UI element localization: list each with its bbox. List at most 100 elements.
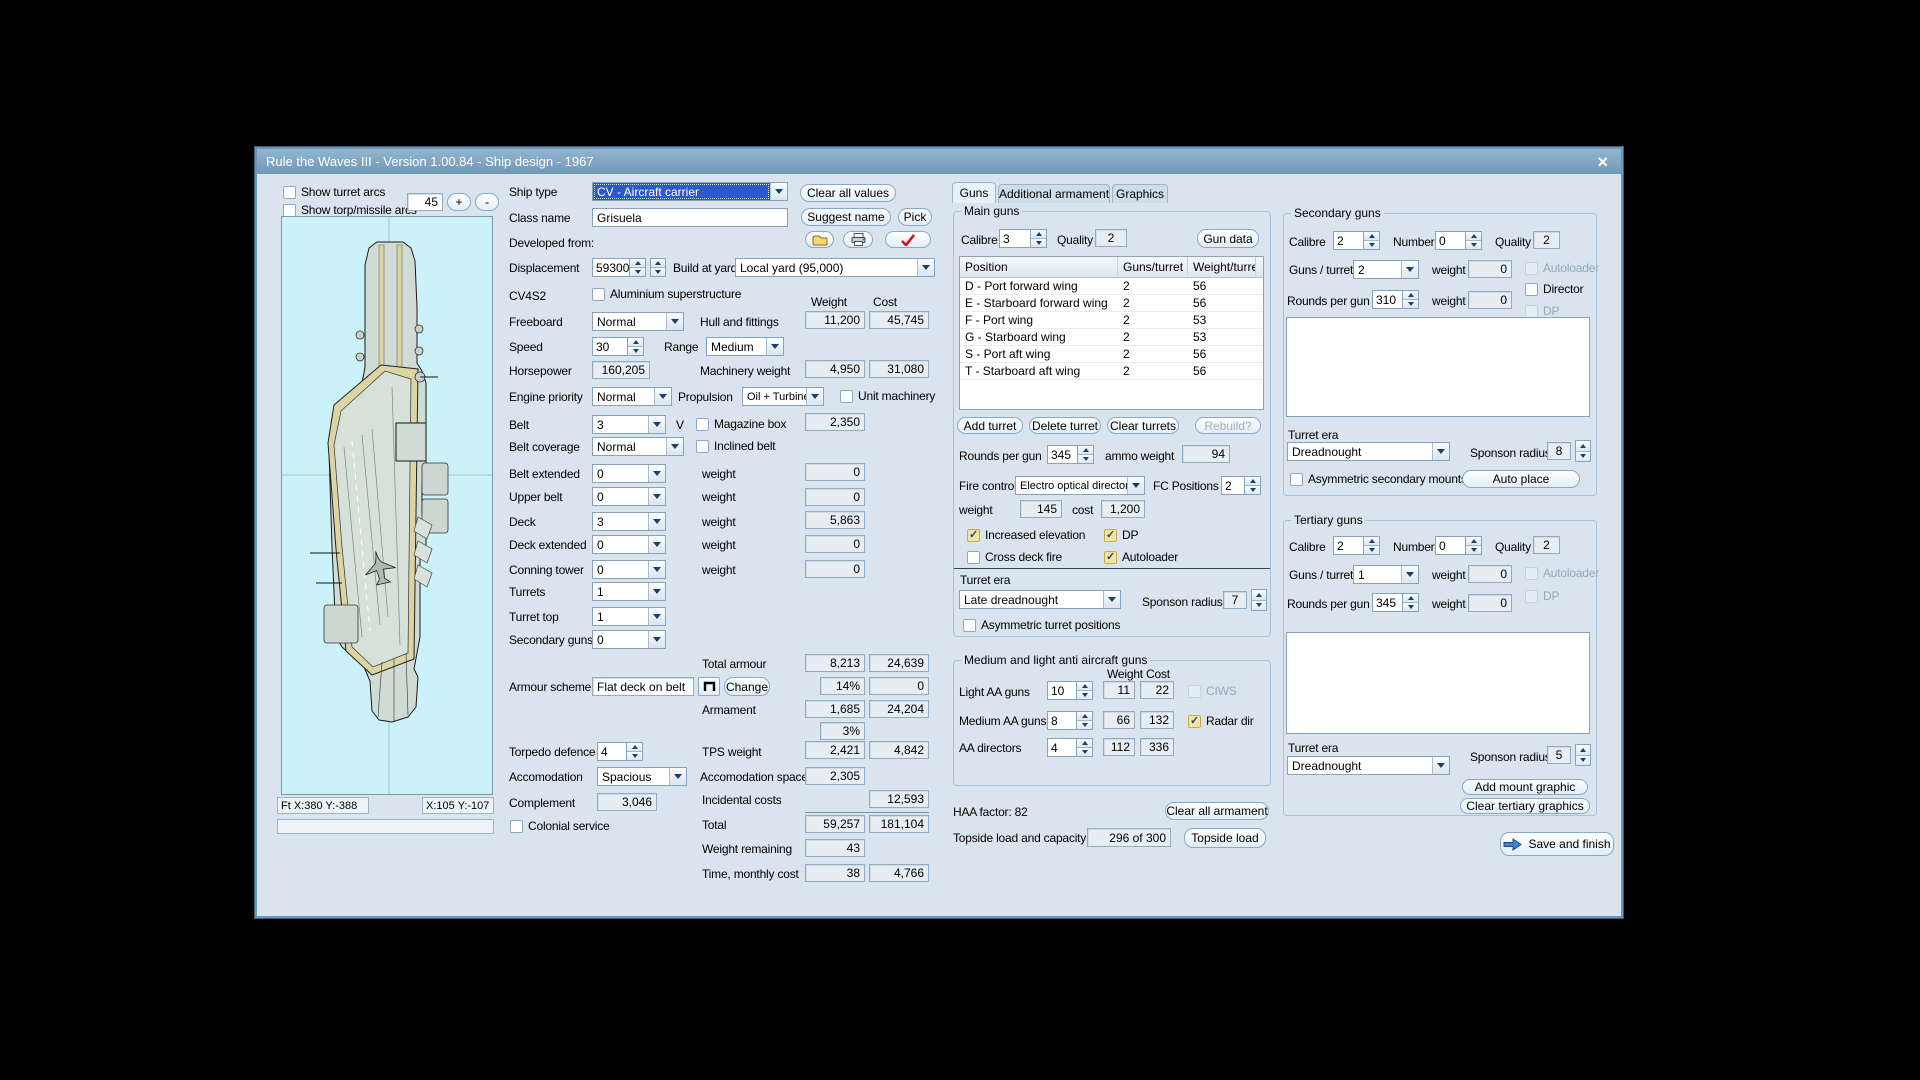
arc-angle-field[interactable]: 45 — [407, 193, 443, 211]
show-torp-missile-arcs-checkbox[interactable]: Show torp/missile arcs — [283, 203, 417, 217]
spin-down-icon[interactable] — [651, 267, 665, 276]
spinner-buttons[interactable] — [1363, 231, 1380, 250]
confirm-design-button[interactable] — [885, 231, 931, 248]
turrets-dropdown[interactable]: 1 — [592, 582, 666, 601]
spin-down-icon[interactable] — [1403, 602, 1418, 611]
spin-up-icon[interactable] — [1403, 594, 1418, 602]
upper-belt-dropdown[interactable]: 0 — [592, 487, 666, 506]
arc-plus-button[interactable]: + — [447, 193, 471, 211]
spin-up-icon[interactable] — [1077, 712, 1092, 720]
clear-all-armament-button[interactable]: Clear all armament — [1165, 802, 1269, 820]
spin-up-icon[interactable] — [1077, 682, 1092, 690]
sec-number-stepper[interactable]: 0 — [1435, 231, 1482, 250]
suggest-name-button[interactable]: Suggest name — [801, 208, 891, 226]
spinner-buttons[interactable] — [1402, 290, 1419, 309]
tab-guns[interactable]: Guns — [952, 182, 996, 203]
ter-sponson-radius-stepper[interactable] — [1575, 744, 1591, 766]
spin-up-icon[interactable] — [1078, 446, 1093, 454]
engine-priority-dropdown[interactable]: Normal — [592, 387, 672, 406]
fire-control-dropdown[interactable]: Electro optical director — [1015, 476, 1145, 495]
close-button[interactable]: × — [1593, 153, 1612, 171]
table-row[interactable]: G - Starboard wing253 — [960, 329, 1263, 346]
accomodation-dropdown[interactable]: Spacious — [597, 767, 687, 786]
spinner-buttons[interactable] — [1465, 231, 1482, 250]
tab-additional-armament[interactable]: Additional armament — [998, 184, 1110, 203]
spin-up-icon[interactable] — [651, 259, 665, 267]
aluminium-superstructure-checkbox[interactable]: Aluminium superstructure — [592, 287, 741, 301]
main-guns-table[interactable]: Position Guns/turret Weight/turret D - P… — [959, 256, 1264, 410]
aa-directors-stepper[interactable]: 4 — [1047, 738, 1093, 757]
deck-extended-dropdown[interactable]: 0 — [592, 535, 666, 554]
rounds-per-gun-stepper[interactable]: 345 — [1047, 445, 1094, 464]
spinner-buttons[interactable] — [1363, 536, 1380, 555]
inclined-belt-checkbox[interactable]: Inclined belt — [696, 439, 775, 453]
spin-up-icon[interactable] — [1077, 739, 1092, 747]
spin-down-icon[interactable] — [1466, 240, 1481, 249]
cross-deck-fire-checkbox[interactable]: Cross deck fire — [967, 550, 1062, 564]
range-dropdown[interactable]: Medium — [706, 337, 784, 356]
colonial-service-checkbox[interactable]: Colonial service — [510, 819, 610, 833]
table-row[interactable]: S - Port aft wing256 — [960, 346, 1263, 363]
spin-up-icon[interactable] — [627, 743, 642, 751]
deck-dropdown[interactable]: 3 — [592, 512, 666, 531]
spin-up-icon[interactable] — [1576, 441, 1590, 451]
main-sponson-radius-stepper[interactable] — [1251, 589, 1267, 611]
spinner-buttons[interactable] — [1402, 593, 1419, 612]
class-name-input[interactable] — [592, 208, 788, 227]
spin-down-icon[interactable] — [1466, 545, 1481, 554]
spin-down-icon[interactable] — [630, 267, 645, 276]
spin-down-icon[interactable] — [1078, 454, 1093, 463]
sec-guns-turret-dropdown[interactable]: 2 — [1353, 260, 1419, 279]
save-and-finish-button[interactable]: Save and finish — [1500, 832, 1614, 856]
torpedo-defence-stepper[interactable]: 4 — [597, 742, 643, 761]
add-turret-button[interactable]: Add turret — [957, 417, 1023, 434]
spin-up-icon[interactable] — [1576, 745, 1590, 755]
spin-down-icon[interactable] — [1031, 238, 1046, 247]
spin-down-icon[interactable] — [1077, 690, 1092, 699]
spin-down-icon[interactable] — [1245, 485, 1260, 494]
tab-graphics[interactable]: Graphics — [1112, 184, 1168, 203]
spin-down-icon[interactable] — [628, 346, 643, 355]
spin-up-icon[interactable] — [1403, 291, 1418, 299]
table-row[interactable]: T - Starboard aft wing256 — [960, 363, 1263, 380]
spinner-buttons[interactable] — [1030, 229, 1047, 248]
print-design-button[interactable] — [843, 231, 873, 248]
topside-load-button[interactable]: Topside load — [1184, 828, 1266, 848]
tertiary-mounts-listbox[interactable] — [1286, 632, 1590, 734]
spin-up-icon[interactable] — [1364, 232, 1379, 240]
sec-calibre-stepper[interactable]: 2 — [1333, 231, 1380, 250]
spin-up-icon[interactable] — [1364, 537, 1379, 545]
spinner-buttons[interactable] — [1244, 476, 1261, 495]
sec-director-checkbox[interactable]: Director — [1525, 282, 1583, 296]
clear-tertiary-graphics-button[interactable]: Clear tertiary graphics — [1460, 798, 1590, 814]
spinner-buttons[interactable] — [1076, 681, 1093, 700]
dp-checkbox[interactable]: DP — [1104, 528, 1138, 542]
clear-all-values-button[interactable]: Clear all values — [800, 184, 896, 202]
table-row[interactable]: F - Port wing253 — [960, 312, 1263, 329]
auto-place-button[interactable]: Auto place — [1462, 470, 1580, 488]
spin-down-icon[interactable] — [1364, 240, 1379, 249]
asymmetric-turret-positions-checkbox[interactable]: Asymmetric turret positions — [963, 618, 1120, 632]
sec-turret-era-dropdown[interactable]: Dreadnought — [1287, 442, 1450, 461]
armour-scheme-icon-button[interactable] — [698, 677, 720, 696]
secondary-guns-dropdown[interactable]: 0 — [592, 630, 666, 649]
spinner-buttons[interactable] — [1076, 711, 1093, 730]
displacement-fine-stepper[interactable] — [650, 258, 666, 277]
radar-director-checkbox[interactable]: Radar dir — [1188, 714, 1254, 728]
fc-positions-stepper[interactable]: 2 — [1221, 476, 1261, 495]
spin-up-icon[interactable] — [628, 338, 643, 346]
belt-coverage-dropdown[interactable]: Normal — [592, 437, 684, 456]
increased-elevation-checkbox[interactable]: Increased elevation — [967, 528, 1085, 542]
sec-sponson-radius-stepper[interactable] — [1575, 440, 1591, 462]
arc-minus-button[interactable]: - — [475, 193, 499, 211]
spinner-buttons[interactable] — [626, 742, 643, 761]
spin-down-icon[interactable] — [1077, 747, 1092, 756]
spin-down-icon[interactable] — [1576, 755, 1590, 766]
spinner-buttons[interactable] — [1077, 445, 1094, 464]
change-armour-scheme-button[interactable]: Change — [724, 677, 770, 696]
table-row[interactable]: E - Starboard forward wing256 — [960, 295, 1263, 312]
light-aa-stepper[interactable]: 10 — [1047, 681, 1093, 700]
spin-down-icon[interactable] — [1252, 600, 1266, 611]
spin-down-icon[interactable] — [627, 751, 642, 760]
clear-turrets-button[interactable]: Clear turrets — [1107, 417, 1179, 434]
